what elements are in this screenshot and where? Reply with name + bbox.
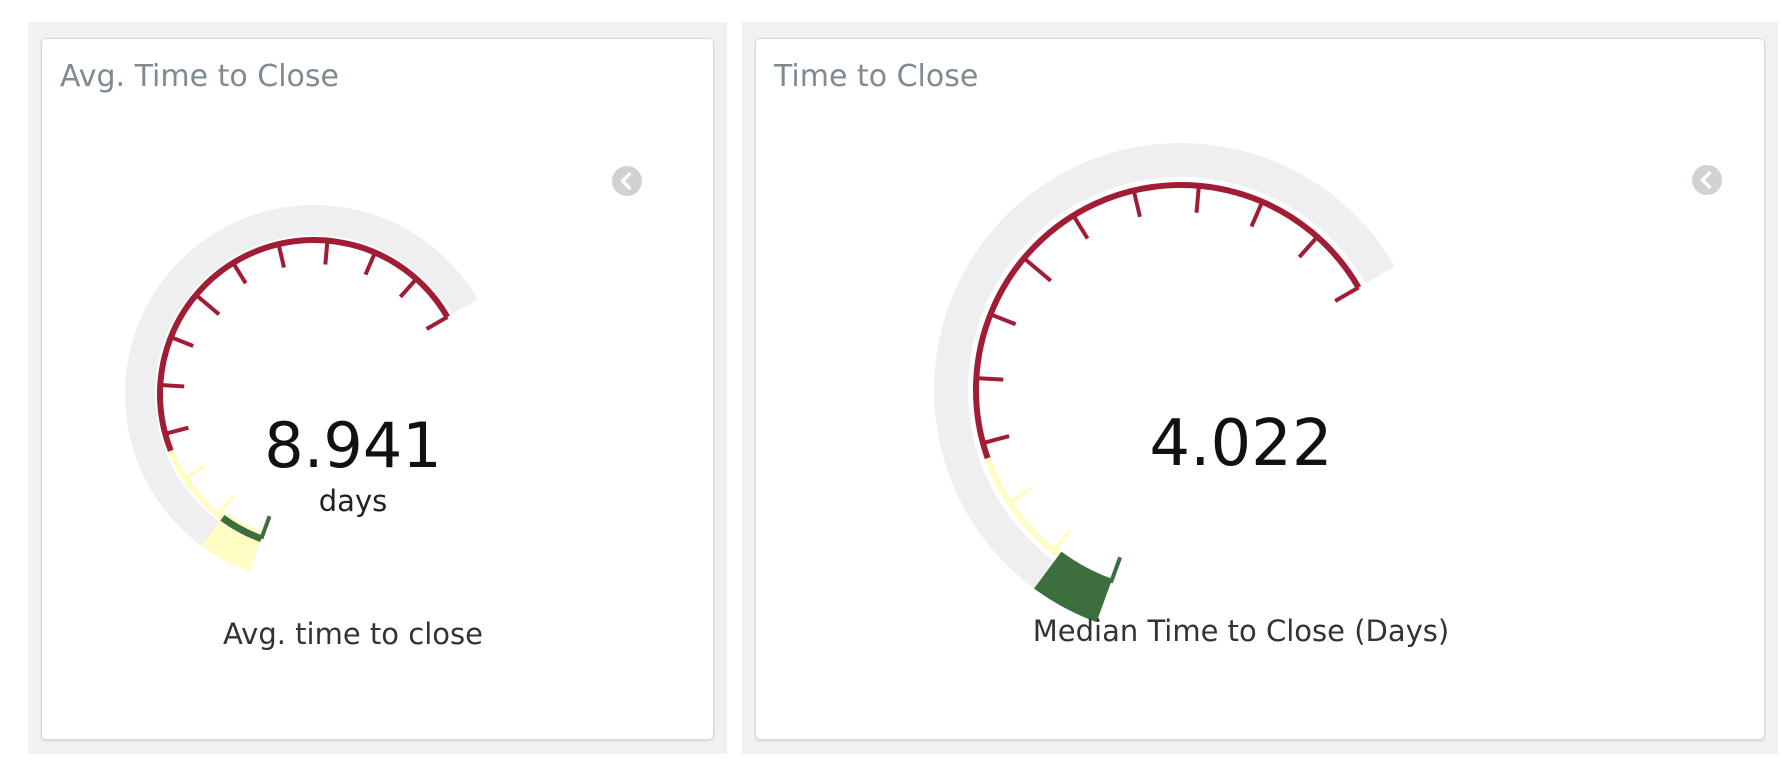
gauge-tick xyxy=(425,315,449,331)
gauge-value-wedge xyxy=(1034,551,1113,623)
gauge-tick xyxy=(259,515,272,540)
gauge-label: Median Time to Close (Days) xyxy=(1032,614,1450,648)
gauge-tick xyxy=(1008,486,1034,505)
gauge-tick xyxy=(1297,235,1319,259)
gauge-tick xyxy=(216,494,235,517)
gauge-tick xyxy=(1194,185,1201,213)
gauge-tick xyxy=(194,293,221,316)
gauge-value: 8.941 xyxy=(264,409,442,482)
gauge-label: Avg. time to close xyxy=(223,617,483,651)
dashboard-panel-time-to-close: Time to Close 4.022 Median Time to Close… xyxy=(742,22,1778,754)
dashboard-panel-avg-time: Avg. Time to Close 8.941 days Avg. time … xyxy=(28,22,727,754)
gauge-unit: days xyxy=(318,484,388,518)
gauge-tick xyxy=(1131,190,1142,218)
gauge-tick xyxy=(1071,214,1090,240)
gauge-tick xyxy=(982,434,1010,445)
gauge-tick xyxy=(164,425,189,436)
widget-card-avg-time: Avg. Time to Close 8.941 days Avg. time … xyxy=(41,38,714,740)
gauge-track xyxy=(934,143,1395,623)
gauge-tick xyxy=(989,312,1017,327)
gauge-tick xyxy=(160,383,185,389)
gauge-tick xyxy=(976,376,1004,382)
gauge-tick xyxy=(276,243,286,268)
gauge-tick xyxy=(1334,285,1360,303)
gauge-tick xyxy=(231,261,248,285)
gauge-tick xyxy=(170,335,194,348)
gauge-tick xyxy=(1249,200,1265,228)
gauge-tick xyxy=(1022,256,1053,283)
gauge-tick xyxy=(184,463,207,481)
gauge-value: 4.022 xyxy=(1149,407,1333,481)
gauge-tick xyxy=(363,251,377,276)
gauge-tick xyxy=(323,240,330,265)
gauge-tick xyxy=(1109,556,1122,584)
gauge-tick xyxy=(1052,528,1073,553)
gauge-track xyxy=(125,205,478,572)
gauge-tick xyxy=(398,277,418,299)
widget-card-time-to-close: Time to Close 4.022 Median Time to Close… xyxy=(755,38,1765,740)
